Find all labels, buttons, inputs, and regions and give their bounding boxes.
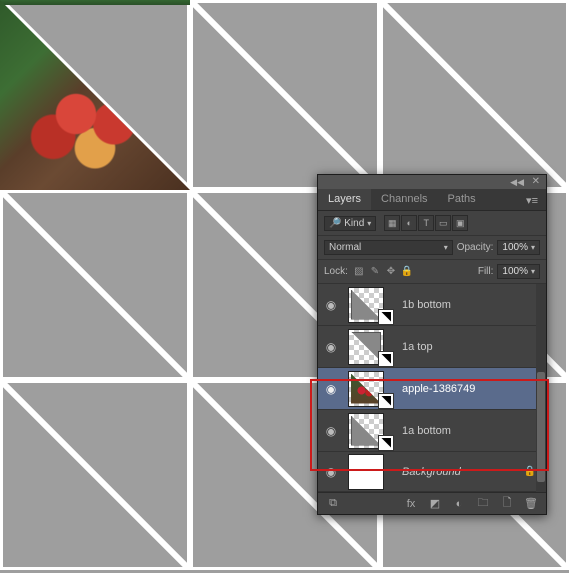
blend-mode-value: Normal bbox=[329, 242, 361, 253]
filter-kind-label: Kind bbox=[344, 218, 364, 229]
visibility-toggle[interactable]: ◉ bbox=[322, 465, 340, 479]
filter-shape-icon[interactable]: ▭ bbox=[435, 215, 451, 231]
lock-all-icon[interactable]: 🔒 bbox=[400, 265, 414, 279]
layers-list: ◉ 1b bottom ◉ 1a top ◉ apple-1386749 ◉ 1… bbox=[318, 284, 546, 492]
scrollbar-thumb[interactable] bbox=[537, 372, 545, 482]
add-mask-icon[interactable]: ◩ bbox=[428, 497, 442, 511]
fx-icon[interactable]: fx bbox=[404, 497, 418, 511]
blend-row: Normal ▾ Opacity: 100%▾ bbox=[318, 236, 546, 260]
layer-name[interactable]: Background bbox=[402, 466, 461, 478]
fill-field[interactable]: 100%▾ bbox=[497, 264, 540, 279]
opacity-value: 100% bbox=[502, 242, 528, 253]
filter-type-icon[interactable]: T bbox=[418, 215, 434, 231]
new-layer-icon[interactable]: 🗋 bbox=[500, 497, 514, 511]
flyout-menu-icon[interactable]: ▾≡ bbox=[518, 189, 546, 210]
layer-row[interactable]: ◉ 1a bottom bbox=[318, 410, 546, 452]
layer-name[interactable]: 1a bottom bbox=[402, 425, 451, 437]
mask-thumbnail[interactable] bbox=[378, 435, 394, 451]
visibility-toggle[interactable]: ◉ bbox=[322, 340, 340, 354]
filter-pixel-icon[interactable]: ▦ bbox=[384, 215, 400, 231]
layer-row[interactable]: ◉ 1b bottom bbox=[318, 284, 546, 326]
layer-row-selected[interactable]: ◉ apple-1386749 bbox=[318, 368, 546, 410]
tab-channels[interactable]: Channels bbox=[371, 189, 437, 210]
lock-transparency-icon[interactable]: ▨ bbox=[352, 265, 366, 279]
delete-layer-icon[interactable]: 🗑 bbox=[524, 497, 538, 511]
fill-label: Fill: bbox=[478, 266, 494, 277]
panel-titlebar[interactable]: ◀◀ ✕ bbox=[318, 175, 546, 189]
collapse-icon[interactable]: ◀◀ bbox=[510, 177, 524, 188]
filter-kind-dropdown[interactable]: 🔎 Kind▾ bbox=[324, 216, 376, 231]
close-icon[interactable]: ✕ bbox=[532, 176, 540, 187]
layer-name[interactable]: 1b bottom bbox=[402, 299, 451, 311]
mask-thumbnail[interactable] bbox=[378, 393, 394, 409]
new-group-icon[interactable]: 🗀 bbox=[476, 497, 490, 511]
fill-value: 100% bbox=[502, 266, 528, 277]
lock-icon: 🔒 bbox=[524, 466, 536, 477]
lock-pixels-icon[interactable]: ✎ bbox=[368, 265, 382, 279]
mask-thumbnail[interactable] bbox=[378, 351, 394, 367]
layer-thumbnail[interactable] bbox=[348, 454, 384, 490]
opacity-label: Opacity: bbox=[457, 242, 494, 253]
visibility-toggle[interactable]: ◉ bbox=[322, 298, 340, 312]
photo-strip bbox=[0, 0, 190, 5]
panel-footer: ⧉ fx ◩ ◐ 🗀 🗋 🗑 bbox=[318, 492, 546, 514]
mask-thumbnail[interactable] bbox=[378, 309, 394, 325]
lock-position-icon[interactable]: ✥ bbox=[384, 265, 398, 279]
layers-panel: ◀◀ ✕ Layers Channels Paths ▾≡ 🔎 Kind▾ ▦ … bbox=[317, 174, 547, 515]
scrollbar[interactable] bbox=[536, 284, 546, 492]
visibility-toggle[interactable]: ◉ bbox=[322, 382, 340, 396]
tab-paths[interactable]: Paths bbox=[438, 189, 486, 210]
panel-tabs: Layers Channels Paths ▾≡ bbox=[318, 189, 546, 211]
opacity-field[interactable]: 100%▾ bbox=[497, 240, 540, 255]
fill-adjust-icon[interactable]: ◐ bbox=[452, 497, 466, 511]
lock-row: Lock: ▨ ✎ ✥ 🔒 Fill: 100%▾ bbox=[318, 260, 546, 284]
filter-adjustment-icon[interactable]: ◐ bbox=[401, 215, 417, 231]
link-layers-icon[interactable]: ⧉ bbox=[326, 497, 340, 511]
layer-row[interactable]: ◉ 1a top bbox=[318, 326, 546, 368]
filter-smart-icon[interactable]: ▣ bbox=[452, 215, 468, 231]
visibility-toggle[interactable]: ◉ bbox=[322, 424, 340, 438]
blend-mode-dropdown[interactable]: Normal ▾ bbox=[324, 240, 453, 255]
filter-row: 🔎 Kind▾ ▦ ◐ T ▭ ▣ bbox=[318, 211, 546, 236]
layer-name[interactable]: apple-1386749 bbox=[402, 383, 475, 395]
layer-name[interactable]: 1a top bbox=[402, 341, 433, 353]
lock-label: Lock: bbox=[324, 266, 348, 277]
tab-layers[interactable]: Layers bbox=[318, 189, 371, 210]
layer-row-background[interactable]: ◉ Background 🔒 bbox=[318, 452, 546, 492]
